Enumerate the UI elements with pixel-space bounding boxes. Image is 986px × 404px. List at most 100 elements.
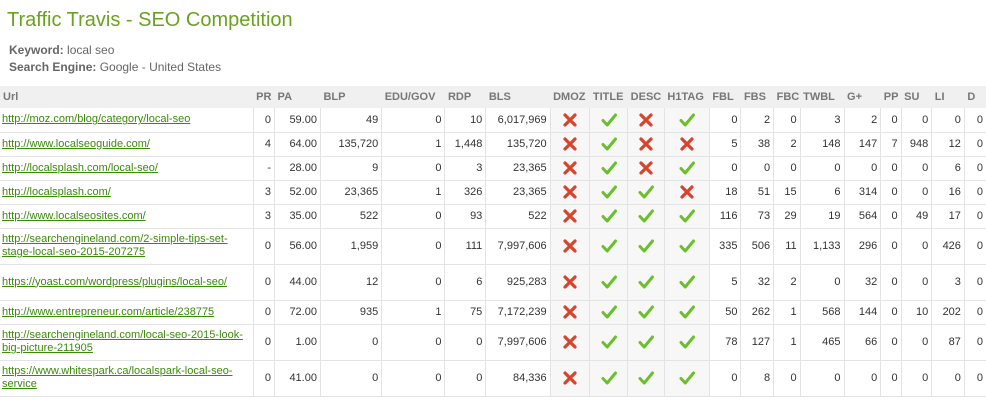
table-row: https://www.whitespark.ca/localspark-loc…	[0, 360, 986, 397]
su-cell: 0	[900, 228, 932, 265]
page-title: Traffic Travis - SEO Competition	[7, 9, 293, 31]
column-header-edu[interactable]: EDU/GOV	[382, 86, 445, 108]
d-cell: 0	[963, 108, 986, 133]
column-header-pa[interactable]: PA	[275, 86, 321, 108]
gplus-cell: 0	[843, 156, 881, 181]
pr-cell: 3	[252, 180, 275, 205]
url-link[interactable]: https://www.whitespark.ca/localspark-loc…	[2, 365, 232, 390]
url-link[interactable]: http://localsplash.com/	[2, 186, 111, 198]
column-header-su[interactable]: SU	[901, 86, 932, 108]
column-header-bls[interactable]: BLS	[486, 86, 550, 108]
edu-cell: 0	[381, 156, 445, 181]
table-row: http://www.localseoguide.com/4 64.00 135,7…	[0, 132, 986, 157]
blp-cell: 935	[319, 300, 382, 325]
column-header-pp[interactable]: PP	[881, 86, 901, 108]
column-header-fbl[interactable]: FBL	[709, 86, 741, 108]
rdp-cell: 0	[444, 360, 486, 397]
edu-cell: 1	[381, 180, 445, 205]
column-header-dmoz[interactable]: DMOZ	[550, 86, 590, 108]
h1-cell	[663, 180, 710, 205]
dmoz-cell	[549, 132, 590, 157]
table-row: https://yoast.com/wordpress/plugins/loca…	[0, 264, 986, 301]
column-header-title[interactable]: TITLE	[590, 86, 628, 108]
cross-icon	[563, 161, 577, 175]
desc-cell	[627, 228, 665, 265]
cross-icon	[639, 137, 653, 151]
twbl-cell: 1,133	[799, 228, 845, 265]
su-cell: 0	[900, 360, 932, 397]
column-header-rdp[interactable]: RDP	[445, 86, 486, 108]
li-cell: 202	[931, 300, 965, 325]
fbl-cell: 18	[708, 180, 741, 205]
pa-cell: 44.00	[274, 264, 321, 301]
gplus-cell: 66	[843, 324, 881, 361]
url-link[interactable]: http://www.localseoguide.com/	[2, 138, 150, 150]
column-header-pr[interactable]: PR	[253, 86, 274, 108]
column-header-fbc[interactable]: FBC	[774, 86, 801, 108]
column-header-d[interactable]: D	[964, 86, 986, 108]
cross-icon	[563, 185, 577, 199]
fbc-cell: 11	[773, 228, 801, 265]
fbl-cell: 78	[708, 324, 741, 361]
twbl-cell: 0	[799, 360, 845, 397]
desc-cell	[627, 132, 665, 157]
bls-cell: 84,336	[485, 360, 551, 397]
url-link[interactable]: http://searchengineland.com/local-seo-20…	[2, 329, 243, 354]
table-row: http://moz.com/blog/category/local-seo 0 5…	[0, 108, 986, 133]
desc-cell	[627, 180, 665, 205]
blp-cell: 49	[319, 108, 382, 133]
check-icon	[601, 239, 617, 253]
d-cell: 0	[963, 204, 986, 229]
column-header-twbl[interactable]: TWBL	[800, 86, 844, 108]
cross-icon	[563, 113, 577, 127]
column-header-blp[interactable]: BLP	[320, 86, 381, 108]
bls-cell: 23,365	[485, 156, 551, 181]
url-link[interactable]: https://yoast.com/wordpress/plugins/loca…	[2, 276, 227, 288]
blp-cell: 522	[319, 204, 382, 229]
twbl-cell: 6	[799, 180, 845, 205]
d-cell: 0	[963, 264, 986, 301]
fbl-cell: 5	[708, 264, 741, 301]
title-cell	[589, 180, 628, 205]
url-link[interactable]: http://moz.com/blog/category/local-seo	[2, 113, 190, 125]
column-header-gplus[interactable]: G+	[844, 86, 881, 108]
table-row: http://www.entrepreneur.com/article/2387…	[0, 300, 986, 325]
column-header-desc[interactable]: DESC	[628, 86, 665, 108]
column-header-url[interactable]: Url	[0, 86, 253, 108]
d-cell: 0	[963, 324, 986, 361]
gplus-cell: 0	[843, 360, 881, 397]
edu-cell: 1	[381, 300, 445, 325]
dmoz-cell	[549, 108, 590, 133]
column-header-li[interactable]: LI	[932, 86, 965, 108]
rdp-cell: 1,448	[444, 132, 486, 157]
pp-cell: 0	[880, 156, 902, 181]
h1-cell	[663, 264, 710, 301]
fbs-cell: 127	[740, 324, 774, 361]
gplus-cell: 296	[843, 228, 881, 265]
search-engine-value: Google - United States	[99, 60, 222, 74]
column-header-h1[interactable]: H1TAG	[664, 86, 709, 108]
pa-cell: 72.00	[274, 300, 321, 325]
fbl-cell: 5	[708, 132, 741, 157]
blp-cell: 0	[319, 360, 382, 397]
pa-cell: 28.00	[274, 156, 321, 181]
url-cell: http://localsplash.com/local-seo/	[0, 156, 254, 181]
cross-icon	[563, 275, 577, 289]
cross-icon	[563, 137, 577, 151]
gplus-cell: 314	[843, 180, 881, 205]
url-link[interactable]: http://localsplash.com/local-seo/	[2, 162, 158, 174]
url-link[interactable]: http://www.localseosites.com/	[2, 210, 146, 222]
check-icon	[601, 137, 617, 151]
h1-cell	[663, 204, 710, 229]
title-cell	[589, 360, 628, 397]
url-link[interactable]: http://www.entrepreneur.com/article/2387…	[2, 306, 214, 318]
column-header-fbs[interactable]: FBS	[741, 86, 774, 108]
url-link[interactable]: http://searchengineland.com/2-simple-tip…	[2, 233, 228, 258]
desc-cell	[627, 108, 665, 133]
cross-icon	[563, 305, 577, 319]
check-icon	[601, 185, 617, 199]
url-cell: http://www.localseosites.com/	[0, 204, 254, 229]
rdp-cell: 75	[444, 300, 486, 325]
bls-cell: 522	[485, 204, 551, 229]
twbl-cell: 568	[799, 300, 845, 325]
